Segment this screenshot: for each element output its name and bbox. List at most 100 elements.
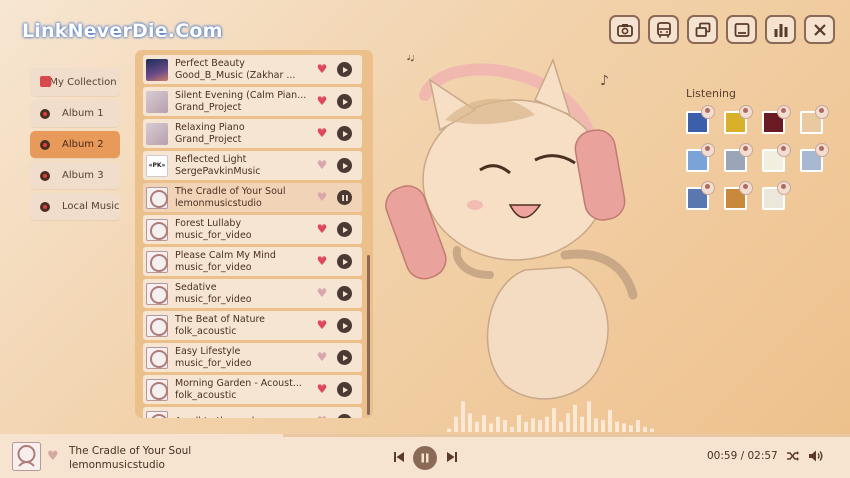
track-row[interactable]: The Beat of Nature folk_acoustic ♥ (143, 311, 362, 340)
track-row[interactable]: «PK» Reflected Light SergePavkinMusic ♥ (143, 151, 362, 180)
playlist-scrollbar[interactable] (367, 255, 370, 415)
track-cover (146, 122, 168, 145)
heart-icon[interactable]: ♥ (316, 63, 328, 75)
visualizer-bar (531, 418, 535, 432)
track-title: The Cradle of Your Soul (175, 185, 286, 197)
track-text: Reflected Light SergePavkinMusic (175, 154, 313, 178)
visualizer-bar (629, 425, 633, 432)
track-row[interactable]: Morning Garden - Acoust... folk_acoustic ♥ (143, 375, 362, 404)
play-track-button[interactable] (337, 94, 352, 109)
play-icon (342, 162, 348, 169)
user-icon (739, 143, 753, 157)
visualizer-bar (503, 420, 507, 432)
track-cover (146, 250, 168, 273)
track-cover (146, 186, 168, 209)
user-icon (777, 143, 791, 157)
vinyl-icon (40, 170, 50, 181)
track-cover (146, 90, 168, 113)
play-icon (342, 226, 348, 233)
play-track-button[interactable] (337, 126, 352, 141)
listener-avatar[interactable] (762, 143, 791, 172)
track-row[interactable]: Relaxing Piano Grand_Project ♥ (143, 119, 362, 148)
volume-icon[interactable] (808, 449, 824, 463)
track-artist: music_for_video (175, 293, 252, 305)
play-track-button[interactable] (337, 62, 352, 77)
play-track-button[interactable] (337, 286, 352, 301)
listener-avatar[interactable] (762, 105, 791, 134)
track-row[interactable]: Sedative music_for_video ♥ (143, 279, 362, 308)
listener-avatar[interactable] (800, 143, 829, 172)
visualizer-bar (482, 415, 486, 432)
track-row[interactable]: Perfect Beauty Good_B_Music (Zakhar ... ♥ (143, 55, 362, 84)
listener-avatar[interactable] (686, 181, 715, 210)
shuffle-icon[interactable] (786, 450, 800, 462)
listener-avatar[interactable] (724, 181, 753, 210)
track-row[interactable]: Silent Evening (Calm Pian... Grand_Projec… (143, 87, 362, 116)
track-title: Forest Lullaby (175, 217, 242, 229)
svg-text:♪: ♪ (600, 73, 609, 89)
minimize-button[interactable] (726, 15, 757, 44)
heart-icon[interactable]: ♥ (316, 127, 328, 139)
track-row[interactable]: Please Calm My Mind music_for_video ♥ (143, 247, 362, 276)
heart-icon[interactable]: ♥ (316, 255, 328, 267)
play-icon (342, 66, 348, 73)
track-artist: folk_acoustic (175, 325, 237, 337)
sidebar-item-album-1[interactable]: Album 1 (30, 100, 120, 127)
listener-avatar[interactable] (724, 105, 753, 134)
user-icon (815, 105, 829, 119)
track-text: Perfect Beauty Good_B_Music (Zakhar ... (175, 58, 313, 82)
previous-track-icon[interactable] (393, 451, 405, 463)
collection-icon (40, 76, 51, 87)
play-track-button[interactable] (337, 254, 352, 269)
listener-avatar[interactable] (686, 105, 715, 134)
play-track-button[interactable] (337, 318, 352, 333)
windows-button[interactable] (687, 15, 718, 44)
stats-button[interactable] (765, 15, 796, 44)
track-row[interactable]: Forest Lullaby music_for_video ♥ (143, 215, 362, 244)
pause-button[interactable] (413, 446, 437, 470)
close-button[interactable] (804, 15, 835, 44)
close-icon (813, 23, 826, 36)
play-track-button[interactable] (337, 222, 352, 237)
sidebar-item-album-3[interactable]: Album 3 (30, 162, 120, 189)
listener-avatar[interactable] (800, 105, 829, 134)
play-track-button[interactable] (337, 414, 352, 418)
play-track-button[interactable] (337, 382, 352, 397)
listener-avatar[interactable] (724, 143, 753, 172)
play-icon (342, 354, 348, 361)
sidebar-item-local-music[interactable]: Local Music (30, 193, 120, 220)
heart-icon[interactable]: ♥ (316, 351, 328, 363)
now-playing-heart-icon[interactable]: ♥ (47, 449, 59, 464)
pause-icon (421, 453, 429, 463)
listener-avatar[interactable] (762, 181, 791, 210)
track-row[interactable]: Easy Lifestyle music_for_video ♥ (143, 343, 362, 372)
visualizer-bar (601, 420, 605, 432)
heart-icon[interactable]: ♥ (316, 159, 328, 171)
visualizer-bar (650, 428, 654, 432)
track-cover: «PK» (146, 154, 168, 177)
bus-button[interactable] (648, 15, 679, 44)
album-sidebar: My Collection Album 1 Album 2 Album 3 Lo… (30, 68, 120, 224)
track-title: Silent Evening (Calm Pian... (175, 89, 307, 101)
pause-track-button[interactable] (337, 190, 352, 205)
sidebar-item-my-collection[interactable]: My Collection (30, 68, 120, 96)
track-row[interactable]: A call to the soul♥ (143, 407, 362, 418)
track-text: The Cradle of Your Soul lemonmusicstudio (175, 186, 313, 210)
heart-icon[interactable]: ♥ (316, 287, 328, 299)
heart-icon[interactable]: ♥ (316, 319, 328, 331)
heart-icon[interactable]: ♥ (316, 223, 328, 235)
track-row[interactable]: The Cradle of Your Soul lemonmusicstudio ♥ (143, 183, 362, 212)
visualizer-bar (461, 401, 465, 432)
camera-button[interactable] (609, 15, 640, 44)
user-icon (701, 105, 715, 119)
heart-icon[interactable]: ♥ (316, 95, 328, 107)
next-track-icon[interactable] (446, 451, 458, 463)
sidebar-item-album-2[interactable]: Album 2 (30, 131, 120, 158)
heart-icon[interactable]: ♥ (316, 415, 328, 418)
play-track-button[interactable] (337, 350, 352, 365)
heart-icon[interactable]: ♥ (316, 383, 328, 395)
heart-icon[interactable]: ♥ (316, 191, 328, 203)
play-track-button[interactable] (337, 158, 352, 173)
visualizer-bar (496, 416, 500, 432)
listener-avatar[interactable] (686, 143, 715, 172)
